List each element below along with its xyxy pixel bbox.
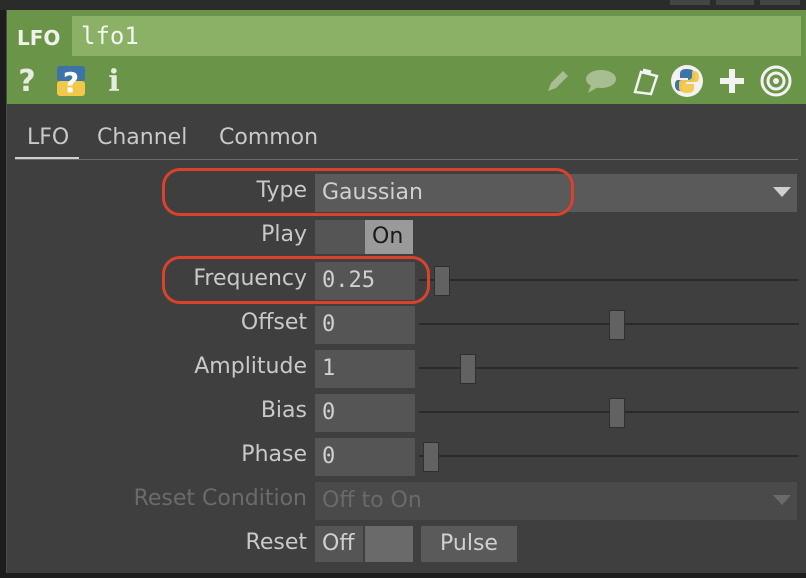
python-icon[interactable]	[669, 64, 705, 98]
pencil-icon[interactable]	[541, 64, 575, 98]
operator-name-field[interactable]: lfo1	[72, 16, 801, 56]
phase-field[interactable]: 0	[315, 438, 415, 476]
phase-slider-track[interactable]	[419, 455, 799, 457]
operator-type-label: LFO	[17, 26, 61, 50]
reset-condition-dropdown: Off to On	[315, 482, 797, 520]
comment-icon[interactable]	[583, 64, 619, 98]
frequency-field[interactable]: 0.25	[315, 262, 415, 300]
plus-icon[interactable]	[715, 64, 749, 98]
top-strip-block	[716, 0, 754, 5]
offset-label: Offset	[240, 310, 307, 335]
type-dropdown[interactable]: Gaussian	[315, 174, 797, 212]
python-help-icon[interactable]: ?	[51, 64, 91, 98]
svg-text:?: ?	[63, 66, 79, 98]
top-strip-block	[670, 0, 710, 5]
amplitude-slider-handle[interactable]	[460, 354, 477, 384]
top-strip-block	[760, 0, 800, 5]
top-strip	[0, 0, 806, 10]
bias-field[interactable]: 0	[315, 394, 415, 432]
play-label: Play	[261, 222, 307, 247]
frequency-slider-track[interactable]	[419, 279, 799, 281]
reset-condition-label: Reset Condition	[133, 486, 307, 511]
tab-channel[interactable]: Channel	[97, 120, 187, 160]
amplitude-label: Amplitude	[194, 354, 307, 379]
target-icon[interactable]	[757, 64, 795, 98]
phase-slider-handle[interactable]	[423, 442, 439, 472]
offset-field[interactable]: 0	[315, 306, 415, 344]
pulse-button[interactable]: Pulse	[421, 526, 517, 562]
bias-slider-handle[interactable]	[609, 398, 625, 428]
frequency-label: Frequency	[193, 266, 307, 291]
phase-label: Phase	[241, 442, 307, 467]
tab-divider	[15, 159, 798, 160]
play-toggle-off-side[interactable]	[315, 220, 365, 254]
chevron-down-icon	[773, 495, 791, 505]
frequency-slider-handle[interactable]	[434, 266, 451, 296]
tab-lfo[interactable]: LFO	[15, 120, 79, 160]
type-label: Type	[256, 178, 307, 203]
operator-header: LFO lfo1 ? ? i	[7, 10, 806, 104]
reset-toggle[interactable]: Off	[315, 526, 363, 562]
tab-common[interactable]: Common	[219, 120, 318, 160]
info-icon[interactable]: i	[103, 64, 125, 99]
amplitude-field[interactable]: 1	[315, 350, 415, 388]
parameter-panel: LFO lfo1 ? ? i LFO Channel Common Type G…	[6, 10, 806, 573]
reset-label: Reset	[245, 530, 307, 555]
play-toggle[interactable]: On	[365, 220, 413, 254]
chevron-down-icon[interactable]	[773, 187, 791, 197]
reset-toggle-on-side[interactable]	[365, 526, 413, 562]
offset-slider-handle[interactable]	[609, 310, 625, 340]
bias-label: Bias	[260, 398, 307, 423]
clipboard-icon[interactable]	[627, 64, 663, 98]
help-icon[interactable]: ?	[13, 64, 41, 99]
